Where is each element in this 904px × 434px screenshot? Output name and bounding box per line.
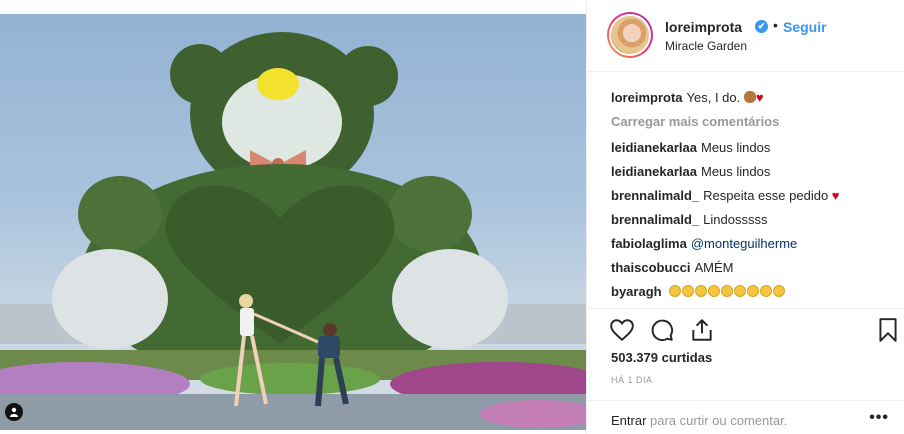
heart-icon[interactable] [609,317,635,343]
login-link[interactable]: Entrar [611,413,646,428]
heart-emoji-icon: ♥ [831,188,840,203]
comment-username[interactable]: byaragh [611,284,662,299]
location-link[interactable]: Miracle Garden [665,39,747,53]
comment-row: brennalimald_ Respeita esse pedido ♥ [611,187,891,211]
post-sidebar: loreimprota ✔ • Seguir Miracle Garden lo… [586,0,904,434]
smile-emoji-icon [760,285,773,297]
smile-emoji-icon [682,285,695,297]
smile-emoji-icon [708,285,721,297]
comment-row: byaragh [611,283,891,307]
post-header: loreimprota ✔ • Seguir Miracle Garden [587,0,904,72]
comment-username[interactable]: leidianekarlaa [611,140,697,155]
user-tag-icon[interactable] [5,403,23,421]
comment-text: Respeita esse pedido [703,188,829,203]
comment-text: AMÉM [694,260,734,275]
smile-emoji-icon [695,285,708,297]
login-prompt-text: para curtir ou comentar. [646,413,788,428]
avatar[interactable] [607,12,653,58]
comment-username[interactable]: brennalimald_ [611,188,699,203]
caption: loreimprota Yes, I do. ♥ [611,89,891,113]
comment-row: leidianekarlaa Meus lindos [611,163,891,187]
smile-emoji-icon [773,285,786,297]
comment-username[interactable]: fabiolaglima [611,236,687,251]
post-timestamp[interactable]: HÁ 1 DIA [611,375,653,385]
comment-icon[interactable] [649,317,675,343]
share-icon[interactable] [689,317,715,343]
comment-row: brennalimald_ Lindosssss [611,211,891,235]
follow-button[interactable]: Seguir [783,19,827,35]
heart-emoji-icon: ♥ [755,90,764,105]
post-photo[interactable] [0,14,586,430]
smile-emoji-icon [734,285,747,297]
verified-badge-icon: ✔ [755,20,768,33]
comment-username[interactable]: thaiscobucci [611,260,690,275]
comment-text: Lindosssss [703,212,768,227]
comment-text: Meus lindos [701,164,771,179]
load-more-comments-button[interactable]: Carregar mais comentários [611,113,891,139]
more-options-icon[interactable]: ••• [869,409,889,427]
caption-text: Yes, I do. [686,90,741,105]
smile-emoji-icon [721,285,734,297]
smile-emoji-icon [669,285,682,297]
bookmark-icon[interactable] [875,317,901,343]
comment-username[interactable]: leidianekarlaa [611,164,697,179]
login-prompt: Entrar para curtir ou comentar. [611,413,787,428]
caption-username[interactable]: loreimprota [611,90,683,105]
comment-row: leidianekarlaa Meus lindos [611,139,891,163]
separator-dot: • [773,17,778,33]
comment-username[interactable]: brennalimald_ [611,212,699,227]
comment-row: thaiscobucci AMÉM [611,259,891,283]
comment-text: Meus lindos [701,140,771,155]
mention-link[interactable]: @monteguilherme [691,236,797,251]
post-footer: Entrar para curtir ou comentar. ••• [587,400,904,434]
smile-emoji-icon [747,285,760,297]
bear-emoji-icon [743,91,756,103]
action-bar [587,308,904,348]
comment-row: fabiolaglima @monteguilherme [611,235,891,259]
username-link[interactable]: loreimprota [665,19,742,35]
like-count[interactable]: 503.379 curtidas [611,350,712,365]
comments-list: loreimprota Yes, I do. ♥ Carregar mais co… [611,89,891,307]
photo-illustration [0,32,586,430]
